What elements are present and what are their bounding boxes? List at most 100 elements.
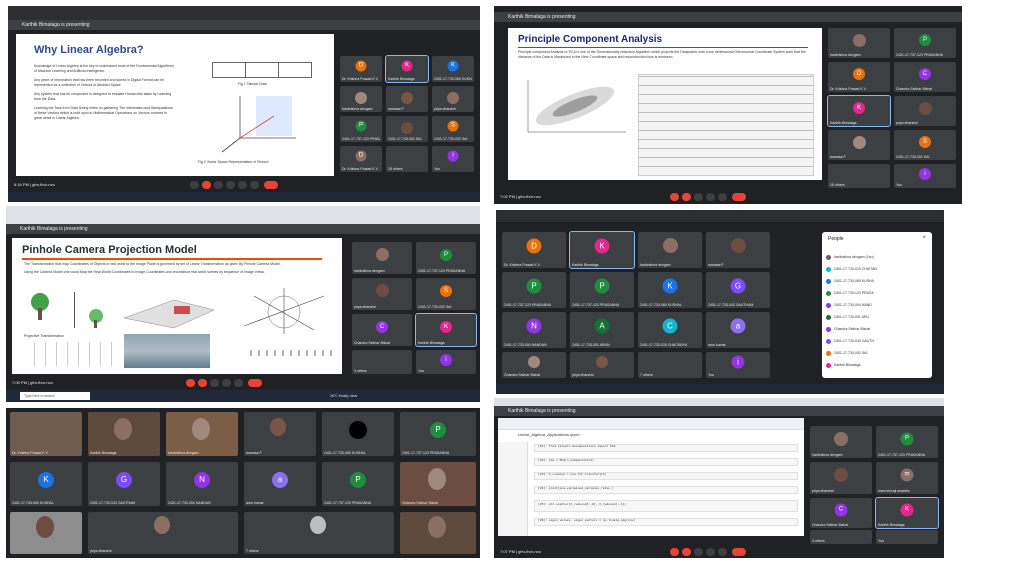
captions-button[interactable] — [210, 379, 219, 387]
participant-tile[interactable]: 18 others — [386, 146, 428, 172]
participant-tile[interactable]: P2401-17-737-123 PRASANNA — [894, 28, 956, 58]
people-row[interactable]: 2401-17-733-043 GAUTH — [826, 338, 928, 345]
participant-tile[interactable]: manasa P — [828, 130, 890, 160]
end-call-button[interactable] — [264, 181, 278, 189]
participant-tile[interactable]: K Karthik Bimalaga — [875, 497, 939, 529]
participant-tile-self[interactable]: i You — [894, 164, 956, 188]
participant-tile[interactable]: D Dr. Krishna Prasad K V — [502, 232, 566, 268]
participant-tile[interactable]: priya dharshni — [570, 352, 634, 378]
participant-tile[interactable]: P2401-17-737-123 PRASANNA — [340, 116, 382, 142]
end-call-button[interactable] — [732, 548, 746, 556]
taskbar-search[interactable]: Type here to search — [20, 392, 90, 400]
present-button[interactable] — [234, 379, 243, 387]
people-row[interactable]: 2401-17-733-015 CHAITAN — [826, 266, 928, 273]
participant-tile[interactable]: 7 others — [244, 512, 394, 554]
participant-tile[interactable]: A 2401-17-733-001 ARUN — [570, 312, 634, 348]
people-row[interactable]: 2401-17-733-054 NAND — [826, 302, 928, 309]
participant-tile[interactable]: C Chandra Sekhar Bishal — [810, 498, 872, 528]
participant-tile[interactable]: Chandra Sekhar Bishal — [502, 352, 566, 378]
end-call-button[interactable] — [248, 379, 262, 387]
participant-tile[interactable]: P2401-17-737-123 PRASANNA — [322, 462, 394, 506]
participant-tile[interactable]: K Karthik Bimalaga — [385, 55, 429, 83]
participant-tile[interactable]: N 2401-17-733-054 NANDAN — [502, 312, 566, 348]
participant-tile[interactable]: G 2401-17-733-043 GAUTHAM — [706, 272, 770, 308]
people-row[interactable]: 2401-17-733-123 PRASA — [826, 290, 928, 297]
participant-tile[interactable]: 2401-17-733-060 KUSHAL — [322, 412, 394, 456]
present-button[interactable] — [718, 548, 727, 556]
people-row[interactable]: 2401-17-733-001 ARU — [826, 314, 928, 321]
participant-tile-self[interactable]: i You — [706, 352, 770, 378]
participant-tile[interactable]: K 2401-17-733-060 KUSHAL — [10, 462, 82, 506]
participant-tile[interactable]: K Karthik Bimalaga — [415, 313, 477, 347]
people-row[interactable]: 2401-17-733-060 KUSHA — [826, 278, 928, 285]
participant-tile[interactable]: harikrishna devgam — [352, 242, 412, 274]
participant-tile[interactable]: manasa P — [706, 232, 770, 268]
participant-tile[interactable]: C Chandra Sekhar Bishal — [894, 62, 956, 92]
participant-tile[interactable]: K 2401-17-733-060 KUSHAL — [638, 272, 702, 308]
participant-tile-self[interactable]: i You — [432, 146, 474, 172]
participant-tile[interactable]: D Dr. Krishna Prasad K V — [340, 146, 382, 172]
raise-hand-button[interactable] — [706, 548, 715, 556]
participant-tile[interactable]: C 2401-17-733-015 CHAITANYA — [638, 312, 702, 348]
participant-tile[interactable]: Karthik Bimalaga — [88, 412, 160, 456]
participant-tile[interactable]: K Karthik Bimalaga — [569, 231, 635, 269]
participant-tile[interactable]: priya dharshni — [894, 96, 956, 126]
mic-button[interactable] — [190, 181, 199, 189]
participant-tile[interactable]: harikrishna devgam — [810, 426, 872, 458]
camera-button[interactable] — [682, 548, 691, 556]
participant-tile[interactable]: m mani shivaji ananthu — [876, 462, 938, 494]
participant-tile[interactable]: a arun kumar — [706, 312, 770, 348]
mic-button[interactable] — [186, 379, 195, 387]
camera-button[interactable] — [682, 193, 691, 201]
participant-tile[interactable]: G 2401-17-733-043 GAUTHAM — [88, 462, 160, 506]
participant-tile[interactable]: 3 others — [352, 350, 412, 374]
participant-tile[interactable]: K 2401-17-733-060 KUSHAL — [432, 56, 474, 82]
raise-hand-button[interactable] — [222, 379, 231, 387]
participant-tile[interactable]: P2401-17-737-123 PRASANNA — [400, 412, 476, 456]
participant-tile[interactable]: S 2401-17-733-002 SAI — [432, 116, 474, 142]
participant-tile[interactable]: priya dharshni — [352, 278, 412, 310]
participant-tile[interactable]: 7 others — [638, 352, 702, 378]
participant-tile-self[interactable]: You — [876, 530, 938, 544]
participant-tile[interactable]: 2401-17-733-002 SAI — [386, 116, 428, 142]
participant-tile[interactable]: S 2401-17-733-002 SAI — [416, 278, 476, 310]
participant-tile[interactable]: harikrishna devgam — [828, 28, 890, 58]
participant-tile-self[interactable]: i You — [416, 350, 476, 374]
captions-button[interactable] — [694, 193, 703, 201]
raise-hand-button[interactable] — [226, 181, 235, 189]
participant-tile[interactable]: harikrishna devgam — [166, 412, 238, 456]
camera-button[interactable] — [202, 181, 211, 189]
participant-tile[interactable]: priya dharshni — [810, 462, 872, 494]
participant-tile[interactable]: Chandra Sekhar Bishal — [400, 462, 476, 506]
mic-button[interactable] — [670, 193, 679, 201]
people-row[interactable]: harikrishna devgam (You) — [826, 254, 928, 261]
participant-tile[interactable]: Dr. Krishna Prasad K V — [10, 412, 82, 456]
participant-tile[interactable]: a arun kumar — [244, 462, 316, 506]
participant-tile[interactable]: manasa P — [244, 412, 316, 456]
participant-tile[interactable]: P2401-17-737-123 PRASANNA — [570, 272, 634, 308]
participant-tile[interactable]: manasa P — [386, 86, 428, 112]
participant-tile[interactable] — [400, 512, 476, 554]
participant-tile[interactable]: S 2401-17-733-002 SAI — [894, 130, 956, 160]
end-call-button[interactable] — [732, 193, 746, 201]
participant-tile[interactable]: N 2401-17-733-054 NANDAN — [166, 462, 238, 506]
participant-tile[interactable]: P2401-17-737-123 PRASANNA — [416, 242, 476, 274]
participant-tile[interactable]: harikrishna devgam — [638, 232, 702, 268]
participant-tile[interactable]: priya dharshni — [88, 512, 238, 554]
participant-tile[interactable]: K Karthik Bimalaga — [827, 95, 891, 127]
present-button[interactable] — [238, 181, 247, 189]
participant-tile[interactable]: D Dr. Krishna Prasad K V — [340, 56, 382, 82]
participant-tile[interactable] — [10, 512, 82, 554]
people-row[interactable]: Karthik Bimalaga — [826, 362, 928, 369]
participant-tile[interactable]: D Dr. Krishna Prasad K V — [828, 62, 890, 92]
mic-button[interactable] — [670, 548, 679, 556]
participant-tile[interactable]: 18 others — [828, 164, 890, 188]
participant-tile[interactable]: 3 others — [810, 530, 872, 544]
participant-tile[interactable]: priya dharshni — [432, 86, 474, 112]
participant-tile[interactable]: P2401-17-737-123 PRASANNA — [876, 426, 938, 458]
more-button[interactable] — [250, 181, 259, 189]
captions-button[interactable] — [214, 181, 223, 189]
raise-hand-button[interactable] — [706, 193, 715, 201]
captions-button[interactable] — [694, 548, 703, 556]
people-row[interactable]: 2401-17-733-002 SAI — [826, 350, 928, 357]
